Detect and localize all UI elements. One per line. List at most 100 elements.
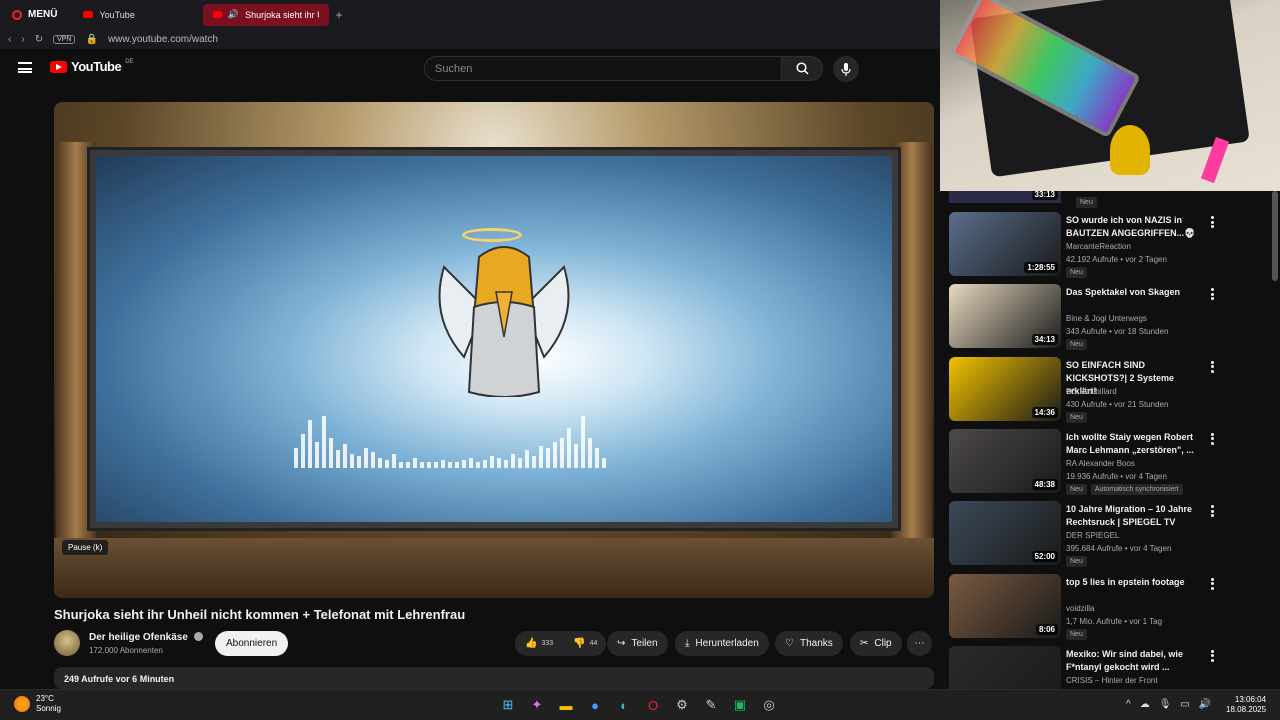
settings-gear-icon[interactable]: ⚙ — [672, 695, 692, 715]
youtube-logo[interactable]: YouTube DE — [50, 59, 134, 74]
channel-name[interactable]: Der heilige Ofenkäse — [89, 632, 188, 643]
new-tab-button[interactable]: + — [335, 8, 342, 22]
subscribe-button[interactable]: Abonnieren — [215, 631, 289, 656]
visualizer-bar — [525, 450, 529, 468]
recommendation-item[interactable]: 34:13 Das Spektakel von Skagen Bine & Jogi… — [949, 284, 1269, 351]
volume-icon[interactable]: 🔊 — [1199, 699, 1211, 710]
tab-current-video[interactable]: 🔊 Shurjoka sieht ihr Unh — [203, 3, 330, 26]
visualizer-bar — [539, 446, 543, 468]
windows-start-icon[interactable]: ⊞ — [498, 695, 518, 715]
kebab-menu-icon[interactable] — [1211, 288, 1214, 301]
recommendation-channel[interactable]: RA Alexander Boos — [1066, 459, 1135, 468]
recommendation-tags: Neu — [1066, 628, 1087, 640]
visualizer-bar — [364, 448, 368, 468]
share-button[interactable]: ↪ Teilen — [607, 631, 668, 656]
edge-icon[interactable]: ◐ — [614, 695, 634, 715]
recommendation-channel[interactable]: Bine & Jogi Unterwegs — [1066, 314, 1147, 323]
kebab-menu-icon[interactable] — [1211, 505, 1214, 518]
taskbar-apps: ⊞ ✦ ▬ ● ◐ O ⚙ ✎ ▣ ◎ — [498, 695, 779, 715]
forward-icon[interactable]: › — [21, 34, 24, 45]
hamburger-menu-icon[interactable] — [18, 62, 32, 73]
visualizer-bar — [434, 462, 438, 468]
weather-widget[interactable]: 23°C Sonnig — [14, 694, 61, 714]
recommendation-item[interactable]: 48:38 Ich wollte Staiy wegen Robert Marc … — [949, 428, 1269, 495]
kebab-menu-icon[interactable] — [1211, 432, 1214, 445]
vpn-badge[interactable]: VPN — [53, 34, 76, 44]
download-button[interactable]: ⤓ Herunterladen — [675, 631, 769, 656]
recommendation-thumbnail[interactable]: 52:00 — [949, 501, 1061, 566]
recommendation-channel[interactable]: DS Poolbillard — [1066, 387, 1117, 396]
clock[interactable]: 13:06:04 18.08.2025 — [1226, 695, 1266, 715]
search-button[interactable] — [781, 56, 823, 81]
recommendation-item[interactable]: Mexiko: Wir sind dabei, wie F*ntanyl gek… — [949, 645, 1269, 689]
mic-tray-icon[interactable]: 🎙 — [1159, 699, 1172, 710]
download-label: Herunterladen — [695, 638, 759, 649]
dislike-button[interactable]: 👎 44 — [573, 638, 597, 649]
video-player[interactable]: Pause (k) — [54, 102, 934, 598]
visualizer-bar — [595, 448, 599, 468]
pillar-right — [892, 142, 932, 562]
steam-icon[interactable]: ◎ — [759, 695, 779, 715]
kebab-menu-icon[interactable] — [1211, 649, 1214, 662]
partial-recommendation[interactable]: 33:13 Neu — [949, 191, 1097, 208]
recommendation-thumbnail[interactable]: 1:28:55 — [949, 212, 1061, 276]
back-icon[interactable]: ‹ — [8, 34, 11, 45]
duration-badge: 14:36 — [1031, 406, 1058, 418]
recommendation-item[interactable]: 52:00 10 Jahre Migration – 10 Jahre Recht… — [949, 501, 1269, 568]
verified-check-icon — [193, 632, 203, 641]
clip-button[interactable]: ✂ Clip — [850, 631, 902, 656]
voice-search-button[interactable] — [833, 56, 859, 82]
visualizer-bar — [329, 438, 333, 468]
recommendation-thumbnail[interactable]: 48:38 — [949, 428, 1061, 493]
recommendation-thumbnail[interactable]: 34:13 — [949, 284, 1061, 349]
recommendation-title[interactable]: Ich wollte Staiy wegen Robert Marc Lehma… — [1066, 431, 1204, 457]
opera-gx-icon[interactable]: O — [643, 695, 663, 715]
speaker-icon[interactable]: 🔊 — [228, 9, 239, 20]
thanks-button[interactable]: ♡ Thanks — [775, 631, 843, 656]
recommendation-title[interactable]: top 5 lies in epstein footage — [1066, 576, 1204, 589]
network-icon[interactable]: ▭ — [1180, 699, 1189, 710]
recommendation-channel[interactable]: CRISIS – Hinter der Front — [1066, 676, 1158, 685]
recommendation-channel[interactable]: MarcanteReaction — [1066, 242, 1131, 251]
tab-youtube[interactable]: YouTube — [73, 4, 199, 26]
copilot-icon[interactable]: ✦ — [527, 695, 547, 715]
recommendation-tags: Neu — [1066, 339, 1087, 351]
kebab-menu-icon[interactable] — [1211, 577, 1214, 590]
url-field[interactable]: www.youtube.com/watch — [108, 34, 218, 45]
description-box[interactable]: 249 Aufrufe vor 6 Minuten — [54, 667, 934, 689]
channel-avatar[interactable] — [54, 630, 80, 656]
search-input[interactable]: Suchen — [424, 56, 782, 81]
xbox-app-icon[interactable]: ▣ — [730, 695, 750, 715]
cloud-icon[interactable]: ☁ — [1140, 699, 1150, 710]
recommendation-item[interactable]: 8:06 top 5 lies in epstein footage voidzil… — [949, 573, 1269, 640]
visualizer-bar — [406, 462, 410, 468]
kebab-menu-icon[interactable] — [1211, 360, 1214, 373]
recommendation-thumbnail[interactable] — [949, 645, 1061, 689]
visualizer-bar — [420, 462, 424, 468]
recommendation-thumbnail[interactable]: 8:06 — [949, 573, 1061, 638]
recommendation-item[interactable]: 14:36 SO EINFACH SIND KICKSHOTS?| 2 Syste… — [949, 356, 1269, 423]
time: 13:06:04 — [1234, 695, 1267, 704]
more-actions-button[interactable]: ⋯ — [907, 631, 932, 656]
opera-menu-button[interactable]: MENÜ — [0, 0, 69, 29]
browser-app-icon[interactable]: ● — [585, 695, 605, 715]
tray-chevron-icon[interactable]: ^ — [1126, 699, 1131, 710]
like-button[interactable]: 👍 333 — [525, 638, 553, 649]
recommendation-thumbnail[interactable]: 14:36 — [949, 356, 1061, 421]
kebab-menu-icon[interactable] — [1211, 216, 1214, 228]
file-explorer-icon[interactable]: ▬ — [556, 695, 576, 715]
channel-name-row[interactable]: Der heilige Ofenkäse — [89, 632, 203, 643]
recommendation-channel[interactable]: DER SPIEGEL — [1066, 531, 1119, 540]
recommendation-channel[interactable]: voidzilla — [1066, 604, 1094, 613]
recommendation-title[interactable]: Das Spektakel von Skagen — [1066, 286, 1204, 299]
recommendation-item[interactable]: 1:28:55 SO wurde ich von NAZIS in BAUTZEN… — [949, 212, 1269, 278]
reload-icon[interactable]: ↻ — [35, 34, 43, 45]
snipping-tool-icon[interactable]: ✎ — [701, 695, 721, 715]
recommendation-title[interactable]: SO wurde ich von NAZIS in BAUTZEN ANGEGR… — [1066, 214, 1204, 240]
recommendation-title[interactable]: 10 Jahre Migration – 10 Jahre Rechtsruck… — [1066, 503, 1204, 529]
dislike-count: 44 — [589, 639, 598, 647]
share-arrow-icon: ↪ — [617, 638, 626, 649]
visualizer-bar — [462, 460, 466, 468]
sidebar-scrollbar[interactable] — [1272, 191, 1278, 281]
recommendation-title[interactable]: Mexiko: Wir sind dabei, wie F*ntanyl gek… — [1066, 648, 1204, 674]
